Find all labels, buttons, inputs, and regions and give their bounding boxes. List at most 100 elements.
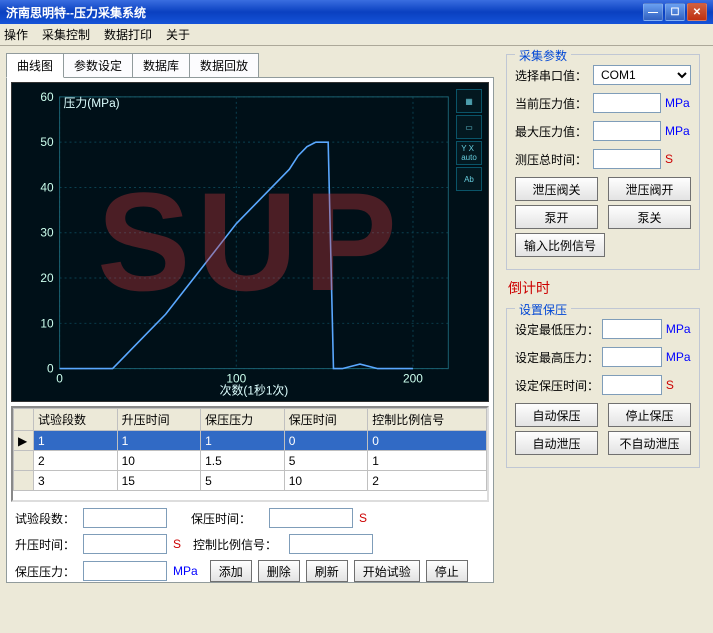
table-header[interactable]: 升压时间 xyxy=(117,409,201,431)
stage-count-input[interactable] xyxy=(83,508,167,528)
chart-tool-auto-icon[interactable]: Y Xauto xyxy=(456,141,482,165)
table-cell[interactable]: 5 xyxy=(201,471,285,491)
table-cell[interactable]: 5 xyxy=(284,451,368,471)
menu-bar: 操作 采集控制 数据打印 关于 xyxy=(0,24,713,46)
table-cell[interactable]: 3 xyxy=(34,471,118,491)
start-test-button[interactable]: 开始试验 xyxy=(354,560,420,582)
table-header[interactable]: 控制比例信号 xyxy=(368,409,487,431)
table-cell[interactable]: 0 xyxy=(284,431,368,451)
stages-table: 试验段数升压时间保压压力保压时间控制比例信号▶111002101.5513155… xyxy=(13,408,487,491)
input-ratio-button[interactable]: 输入比例信号 xyxy=(515,233,605,257)
tab-bar: 曲线图 参数设定 数据库 数据回放 xyxy=(6,52,494,77)
com-port-select[interactable]: COM1 xyxy=(593,65,691,85)
tab-curve[interactable]: 曲线图 xyxy=(6,53,64,78)
table-header[interactable] xyxy=(14,409,34,431)
hold-time-set-label: 设定保压时间： xyxy=(515,377,602,394)
valve-open-button[interactable]: 泄压阀开 xyxy=(608,177,691,201)
menu-print[interactable]: 数据打印 xyxy=(104,26,152,43)
svg-text:50: 50 xyxy=(40,135,54,149)
pressure-chart: 01020304050600100200压力(MPa)次数(1秒1次) xyxy=(12,83,488,398)
no-auto-release-button[interactable]: 不自动泄压 xyxy=(608,431,691,455)
table-cell[interactable]: ▶ xyxy=(14,431,34,451)
auto-hold-button[interactable]: 自动保压 xyxy=(515,403,598,427)
delete-button[interactable]: 删除 xyxy=(258,560,300,582)
ratio-signal-label: 控制比例信号： xyxy=(193,536,283,553)
pump-close-button[interactable]: 泵关 xyxy=(608,205,691,229)
current-pressure-unit: MPa xyxy=(665,96,691,110)
current-pressure-input[interactable] xyxy=(593,93,661,113)
menu-operate[interactable]: 操作 xyxy=(4,26,28,43)
table-cell[interactable]: 2 xyxy=(368,471,487,491)
hold-time-input[interactable] xyxy=(269,508,353,528)
stop-hold-button[interactable]: 停止保压 xyxy=(608,403,691,427)
table-cell[interactable]: 0 xyxy=(368,431,487,451)
svg-text:40: 40 xyxy=(40,180,54,194)
table-cell[interactable] xyxy=(14,451,34,471)
table-cell[interactable]: 10 xyxy=(284,471,368,491)
stages-table-wrap[interactable]: 试验段数升压时间保压压力保压时间控制比例信号▶111002101.5513155… xyxy=(11,406,489,502)
table-header[interactable]: 试验段数 xyxy=(34,409,118,431)
table-cell[interactable]: 1 xyxy=(368,451,487,471)
table-cell[interactable]: 10 xyxy=(117,451,201,471)
window-titlebar: 济南思明特--压力采集系统 — ☐ ✕ xyxy=(0,0,713,24)
rise-time-input[interactable] xyxy=(83,534,167,554)
maximize-button[interactable]: ☐ xyxy=(665,3,685,21)
menu-about[interactable]: 关于 xyxy=(166,26,190,43)
menu-collect[interactable]: 采集控制 xyxy=(42,26,90,43)
max-pressure-set-input[interactable] xyxy=(602,347,662,367)
window-title: 济南思明特--压力采集系统 xyxy=(6,4,146,21)
table-header[interactable]: 保压压力 xyxy=(201,409,285,431)
refresh-button[interactable]: 刷新 xyxy=(306,560,348,582)
max-pressure-unit: MPa xyxy=(665,124,691,138)
auto-release-button[interactable]: 自动泄压 xyxy=(515,431,598,455)
table-cell[interactable]: 1 xyxy=(34,431,118,451)
chart-tool-zoom-icon[interactable]: ▭ xyxy=(456,115,482,139)
close-button[interactable]: ✕ xyxy=(687,3,707,21)
chart-toolbar: ▦ ▭ Y Xauto Ab xyxy=(456,89,484,193)
valve-close-button[interactable]: 泄压阀关 xyxy=(515,177,598,201)
hold-pressure-legend: 设置保压 xyxy=(515,301,571,318)
collect-params-legend: 采集参数 xyxy=(515,47,571,64)
max-pressure-input[interactable] xyxy=(593,121,661,141)
svg-text:60: 60 xyxy=(40,90,54,104)
chart-tool-ab-icon[interactable]: Ab xyxy=(456,167,482,191)
svg-text:0: 0 xyxy=(56,371,63,385)
svg-text:30: 30 xyxy=(40,226,54,240)
table-cell[interactable]: 1 xyxy=(201,431,285,451)
min-pressure-input[interactable] xyxy=(602,319,662,339)
svg-text:20: 20 xyxy=(40,271,54,285)
add-button[interactable]: 添加 xyxy=(210,560,252,582)
countdown-label: 倒计时 xyxy=(508,278,698,298)
max-pressure-set-unit: MPa xyxy=(666,350,691,364)
tab-database[interactable]: 数据库 xyxy=(132,53,190,78)
ratio-signal-input[interactable] xyxy=(289,534,373,554)
svg-text:10: 10 xyxy=(40,316,54,330)
hold-pressure-group: 设置保压 设定最低压力： MPa 设定最高压力： MPa 设定保压时间： S 自… xyxy=(506,308,700,468)
stop-button[interactable]: 停止 xyxy=(426,560,468,582)
hold-time-label: 保压时间： xyxy=(191,510,263,527)
tab-params[interactable]: 参数设定 xyxy=(63,53,133,78)
table-cell[interactable]: 2 xyxy=(34,451,118,471)
hold-pressure-label: 保压压力： xyxy=(15,563,77,580)
table-cell[interactable] xyxy=(14,471,34,491)
svg-text:0: 0 xyxy=(47,362,54,376)
max-pressure-label: 最大压力值： xyxy=(515,123,593,140)
hold-time-set-input[interactable] xyxy=(602,375,662,395)
rise-time-unit: S xyxy=(173,537,181,551)
chart-tool-grid-icon[interactable]: ▦ xyxy=(456,89,482,113)
table-cell[interactable]: 1.5 xyxy=(201,451,285,471)
tab-replay[interactable]: 数据回放 xyxy=(189,53,259,78)
minimize-button[interactable]: — xyxy=(643,3,663,21)
hold-pressure-input[interactable] xyxy=(83,561,167,581)
table-header[interactable]: 保压时间 xyxy=(284,409,368,431)
total-time-input[interactable] xyxy=(593,149,661,169)
min-pressure-label: 设定最低压力： xyxy=(515,321,602,338)
svg-text:压力(MPa): 压力(MPa) xyxy=(64,96,120,110)
stage-count-label: 试验段数： xyxy=(15,510,77,527)
table-cell[interactable]: 15 xyxy=(117,471,201,491)
hold-time-set-unit: S xyxy=(666,378,691,392)
pump-open-button[interactable]: 泵开 xyxy=(515,205,598,229)
current-pressure-label: 当前压力值： xyxy=(515,95,593,112)
table-cell[interactable]: 1 xyxy=(117,431,201,451)
svg-text:次数(1秒1次): 次数(1秒1次) xyxy=(220,383,289,397)
